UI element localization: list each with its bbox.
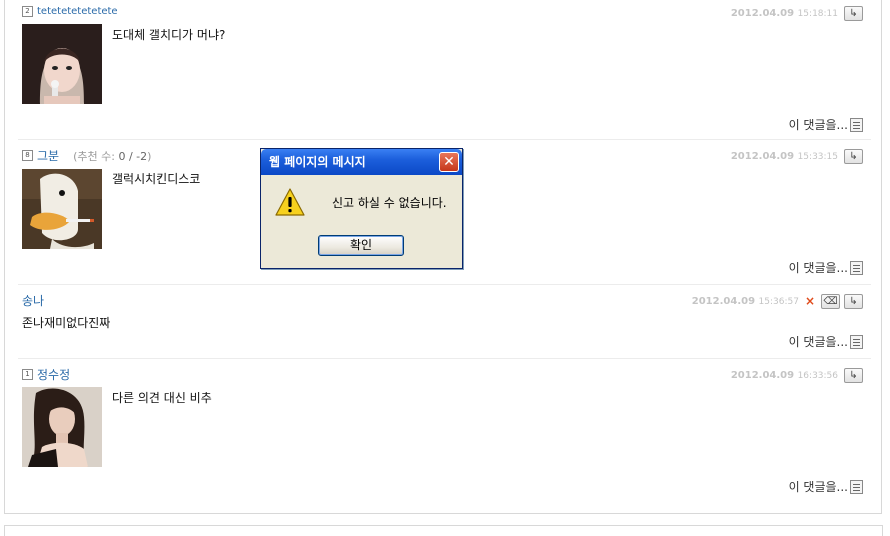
reply-icon[interactable] bbox=[850, 260, 863, 275]
reply-icon[interactable] bbox=[850, 479, 863, 494]
avatar bbox=[22, 24, 102, 104]
reply-arrow-icon[interactable]: ↳ bbox=[844, 5, 863, 21]
comment-item: 2 tetetetetetetete 2012.04.09 15:18:11 ↳ … bbox=[18, 4, 871, 139]
ok-button[interactable]: 확인 bbox=[318, 235, 404, 256]
comment-date: 2012.04.09 15:18:11 bbox=[730, 7, 838, 19]
comment-text: 도대체 갤치디가 머냐? bbox=[112, 28, 226, 42]
reply-label[interactable]: 이 댓글을... bbox=[789, 478, 848, 495]
divider bbox=[18, 284, 871, 285]
reply-link[interactable]: 이 댓글을... bbox=[789, 116, 863, 133]
level-icon: 1 bbox=[22, 369, 33, 380]
comment-meta: 2012.04.09 15:33:15 ↳ bbox=[731, 147, 863, 165]
comment-text: 다른 의견 대신 비추 bbox=[112, 391, 212, 405]
comment-date: 2012.04.09 16:33:56 bbox=[730, 369, 838, 381]
comment-meta: 2012.04.09 15:18:11 ↳ bbox=[731, 4, 863, 22]
dialog-message: 신고 하실 수 없습니다. bbox=[332, 196, 447, 210]
avatar bbox=[22, 169, 102, 249]
comment-nickname[interactable]: 그분 bbox=[37, 149, 59, 163]
reply-icon[interactable] bbox=[850, 117, 863, 132]
level-icon: 2 bbox=[22, 6, 33, 17]
comment-text: 존나재미없다진짜 bbox=[22, 316, 111, 330]
comment-text: 갤럭시치킨디스코 bbox=[112, 172, 201, 186]
comment-nickname[interactable]: tetetetetetetete bbox=[37, 6, 118, 17]
comment-nickname[interactable]: 정수정 bbox=[37, 368, 70, 382]
comment-date: 2012.04.09 15:33:15 bbox=[730, 150, 838, 162]
comment-nickname[interactable]: 송나 bbox=[22, 294, 44, 308]
reply-link[interactable]: 이 댓글을... bbox=[789, 259, 863, 276]
comment-meta: 2012.04.09 15:36:57 × ⌫ ↳ bbox=[692, 292, 863, 310]
reply-arrow-icon[interactable]: ↳ bbox=[844, 293, 863, 309]
comment-date: 2012.04.09 15:36:57 bbox=[691, 295, 799, 307]
comment-meta: 2012.04.09 16:33:56 ↳ bbox=[731, 366, 863, 384]
comment-item: 1 정수정 2012.04.09 16:33:56 ↳ 다른 의견 대신 비추 이… bbox=[18, 366, 871, 502]
reply-label[interactable]: 이 댓글을... bbox=[789, 116, 848, 133]
dialog-title: 웹 페이지의 메시지 bbox=[269, 155, 366, 169]
delete-icon[interactable]: × bbox=[805, 294, 815, 308]
eraser-icon[interactable]: ⌫ bbox=[821, 293, 840, 309]
reply-link[interactable]: 이 댓글을... bbox=[789, 478, 863, 495]
reply-link[interactable]: 이 댓글을... bbox=[789, 333, 863, 350]
alert-dialog: 웹 페이지의 메시지 ✕ 신고 하실 수 없습니다. 확인 bbox=[260, 148, 463, 269]
reply-arrow-icon[interactable]: ↳ bbox=[844, 148, 863, 164]
close-icon[interactable]: ✕ bbox=[439, 152, 459, 172]
reply-icon[interactable] bbox=[850, 334, 863, 349]
reply-label[interactable]: 이 댓글을... bbox=[789, 333, 848, 350]
comment-item: 송나 2012.04.09 15:36:57 × ⌫ ↳ 존나재미없다진짜 이 … bbox=[18, 292, 871, 352]
divider bbox=[18, 358, 871, 359]
reply-arrow-icon[interactable]: ↳ bbox=[844, 367, 863, 383]
divider bbox=[18, 139, 871, 140]
dialog-titlebar[interactable]: 웹 페이지의 메시지 ✕ bbox=[261, 149, 462, 175]
warning-icon bbox=[275, 188, 305, 216]
reply-label[interactable]: 이 댓글을... bbox=[789, 259, 848, 276]
recommend-count: (추천 수: 0 / -2) bbox=[73, 149, 152, 163]
level-icon: 8 bbox=[22, 150, 33, 161]
avatar bbox=[22, 387, 102, 467]
